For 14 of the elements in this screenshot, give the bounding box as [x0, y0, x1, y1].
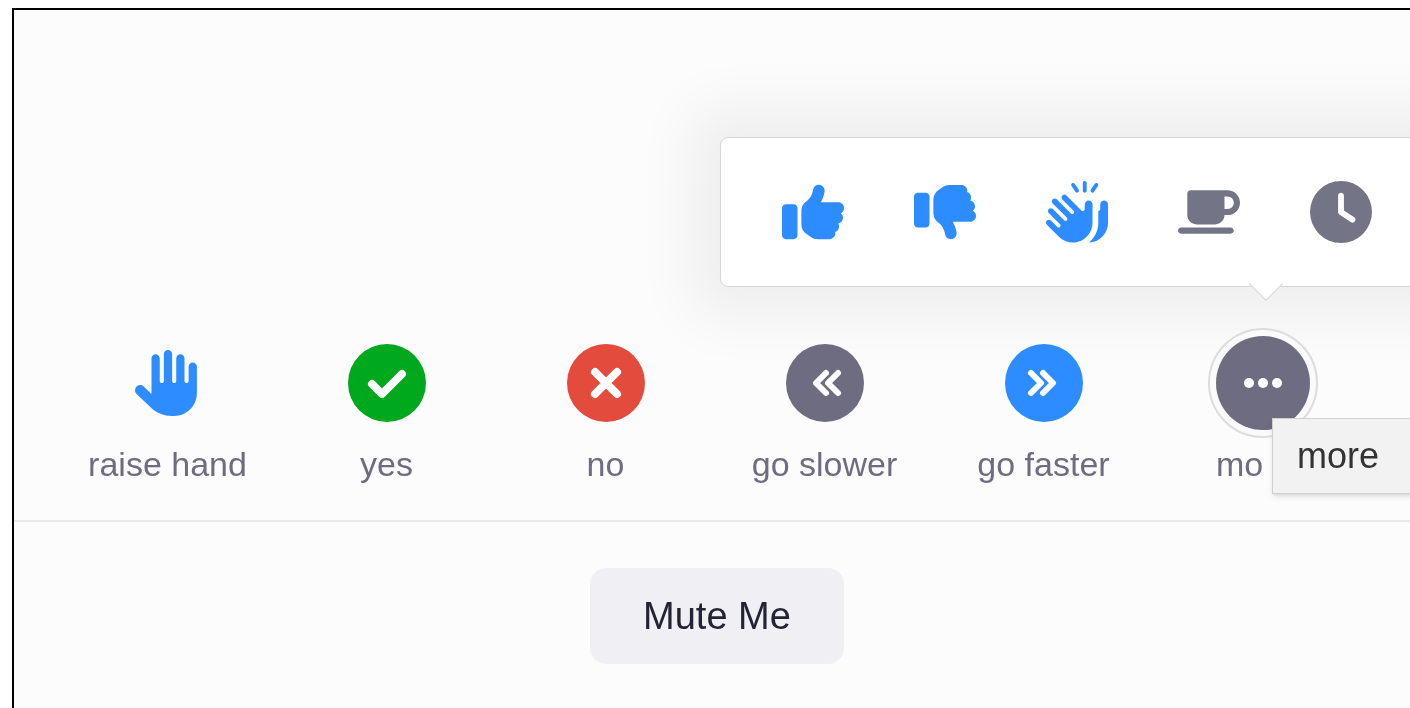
- double-chevron-left-icon[interactable]: [785, 344, 864, 422]
- clapping-hands-icon[interactable]: [1043, 178, 1111, 246]
- tooltip: more: [1272, 418, 1410, 494]
- check-circle-icon[interactable]: [347, 344, 426, 422]
- feedback-label: go faster: [977, 444, 1110, 484]
- feedback-label: yes: [360, 444, 413, 484]
- mute-button[interactable]: Mute Me: [590, 568, 844, 664]
- close-circle-icon[interactable]: [566, 344, 645, 422]
- double-chevron-right-icon[interactable]: [1004, 344, 1083, 422]
- feedback-label: go slower: [751, 444, 898, 484]
- clock-icon[interactable]: [1307, 178, 1375, 246]
- feedback-label: no: [586, 444, 625, 484]
- feedback-label: raise hand: [88, 444, 247, 484]
- feedback-label: mo: [1216, 444, 1264, 484]
